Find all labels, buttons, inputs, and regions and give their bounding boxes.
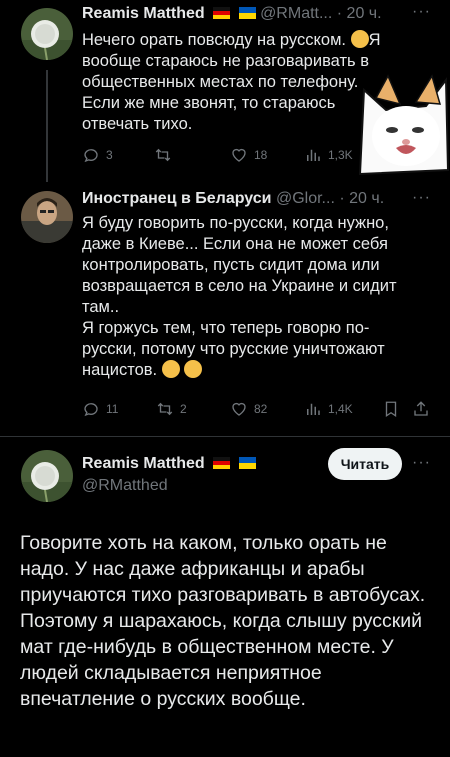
germany-flag-icon [213, 7, 231, 19]
tweet-text-line: нацистов. [82, 361, 158, 379]
author-handle[interactable]: @RMatthed [82, 476, 168, 496]
dandelion-avatar-image [21, 450, 73, 502]
germany-flag-icon [213, 457, 231, 469]
tweet3-text: Говорите хоть на каком, только орать не … [20, 532, 426, 710]
author-name[interactable]: Иностранец в Беларуси [82, 190, 272, 207]
reply-icon [84, 149, 98, 163]
more-options-icon[interactable]: ··· [412, 454, 431, 472]
views-chart-icon [307, 403, 320, 415]
tweet2-actions: 11 2 82 1,4K [82, 400, 432, 420]
retweet-count: 2 [180, 402, 187, 416]
like-button[interactable]: 18 [230, 146, 267, 164]
tweet-text-line: контролировать, пусть сидит дома или [82, 256, 380, 274]
man-avatar-image [21, 191, 73, 243]
views-count: 1,4K [328, 402, 353, 416]
views-chart-icon [307, 149, 320, 161]
tweet-text-line: возвращается в село на Украине и сидит [82, 277, 397, 295]
more-options-icon[interactable]: ··· [412, 189, 431, 207]
heart-icon [232, 402, 246, 416]
ukraine-flag-icon [238, 7, 256, 19]
tweet-text-line: Я горжусь тем, что теперь говорю по- [82, 319, 370, 337]
like-count: 82 [254, 402, 268, 416]
tweet-time[interactable]: 20 ч. [349, 190, 384, 207]
separator-dot: · [339, 190, 345, 207]
tweet2-header: Иностранец в Беларуси @Glor... · 20 ч. [82, 189, 384, 209]
tweet-text-line: Я буду говорить по-русски, когда нужно, [82, 214, 389, 232]
relieved-face-emoji-icon [184, 360, 203, 378]
like-count: 18 [254, 148, 268, 162]
tweet2-text: Я буду говорить по-русски, когда нужно, … [82, 213, 432, 381]
like-button[interactable]: 82 [230, 400, 267, 418]
share-button[interactable] [412, 400, 430, 418]
tweet-text-line: русски, потому что русские уничтожают [82, 340, 385, 358]
author-name[interactable]: Reamis Matthed [82, 455, 205, 472]
reply-icon [84, 403, 98, 417]
bookmark-icon [385, 401, 397, 418]
avatar-reamis[interactable] [21, 8, 73, 60]
avatar-reamis[interactable] [21, 450, 73, 502]
divider [0, 436, 450, 437]
bookmark-button[interactable] [382, 400, 400, 418]
heart-icon [232, 148, 246, 162]
tweet-text-line-end: Я [368, 31, 381, 49]
tweet3-header: Reamis Matthed [82, 454, 256, 474]
reply-button[interactable]: 11 [82, 400, 118, 418]
reply-button[interactable]: 3 [82, 146, 113, 164]
author-handle[interactable]: @Glor... [276, 190, 335, 207]
views-button[interactable]: 1,3K [304, 146, 353, 164]
retweet-icon [155, 148, 171, 162]
ukraine-flag-icon [238, 457, 256, 469]
hugging-face-emoji-icon [350, 30, 369, 48]
author-name[interactable]: Reamis Matthed [82, 5, 205, 22]
retweet-icon [157, 402, 173, 416]
tweet1-header: Reamis Matthed @RMatt... · 20 ч. [82, 4, 382, 24]
views-button[interactable]: 1,4K [304, 400, 353, 418]
tweet-text-line: Нечего орать повсюду на русском. [82, 31, 346, 49]
tweet-text-line: вообще стараюсь не разговаривать в [82, 52, 369, 70]
tweet-time[interactable]: 20 ч. [347, 5, 382, 22]
dandelion-avatar-image [21, 8, 73, 60]
reply-count: 3 [106, 148, 113, 162]
author-handle[interactable]: @RMatt... [260, 5, 332, 22]
relieved-face-emoji-icon [161, 360, 180, 378]
more-options-icon[interactable]: ··· [412, 3, 431, 21]
retweet-button[interactable]: 2 [156, 400, 187, 418]
thread-line [46, 70, 48, 182]
tweet-text-line: даже в Киеве... Если она не может себя [82, 235, 388, 253]
retweet-button[interactable] [154, 146, 178, 164]
share-icon [414, 401, 428, 416]
follow-button[interactable]: Читать [328, 448, 402, 480]
avatar-foreigner[interactable] [21, 191, 73, 243]
separator-dot: · [336, 5, 343, 22]
views-count: 1,3K [328, 148, 353, 162]
reply-count: 11 [106, 402, 119, 416]
tweet1-actions: 3 18 1,3K [82, 146, 412, 166]
tweet-text-line: там.. [82, 298, 120, 316]
